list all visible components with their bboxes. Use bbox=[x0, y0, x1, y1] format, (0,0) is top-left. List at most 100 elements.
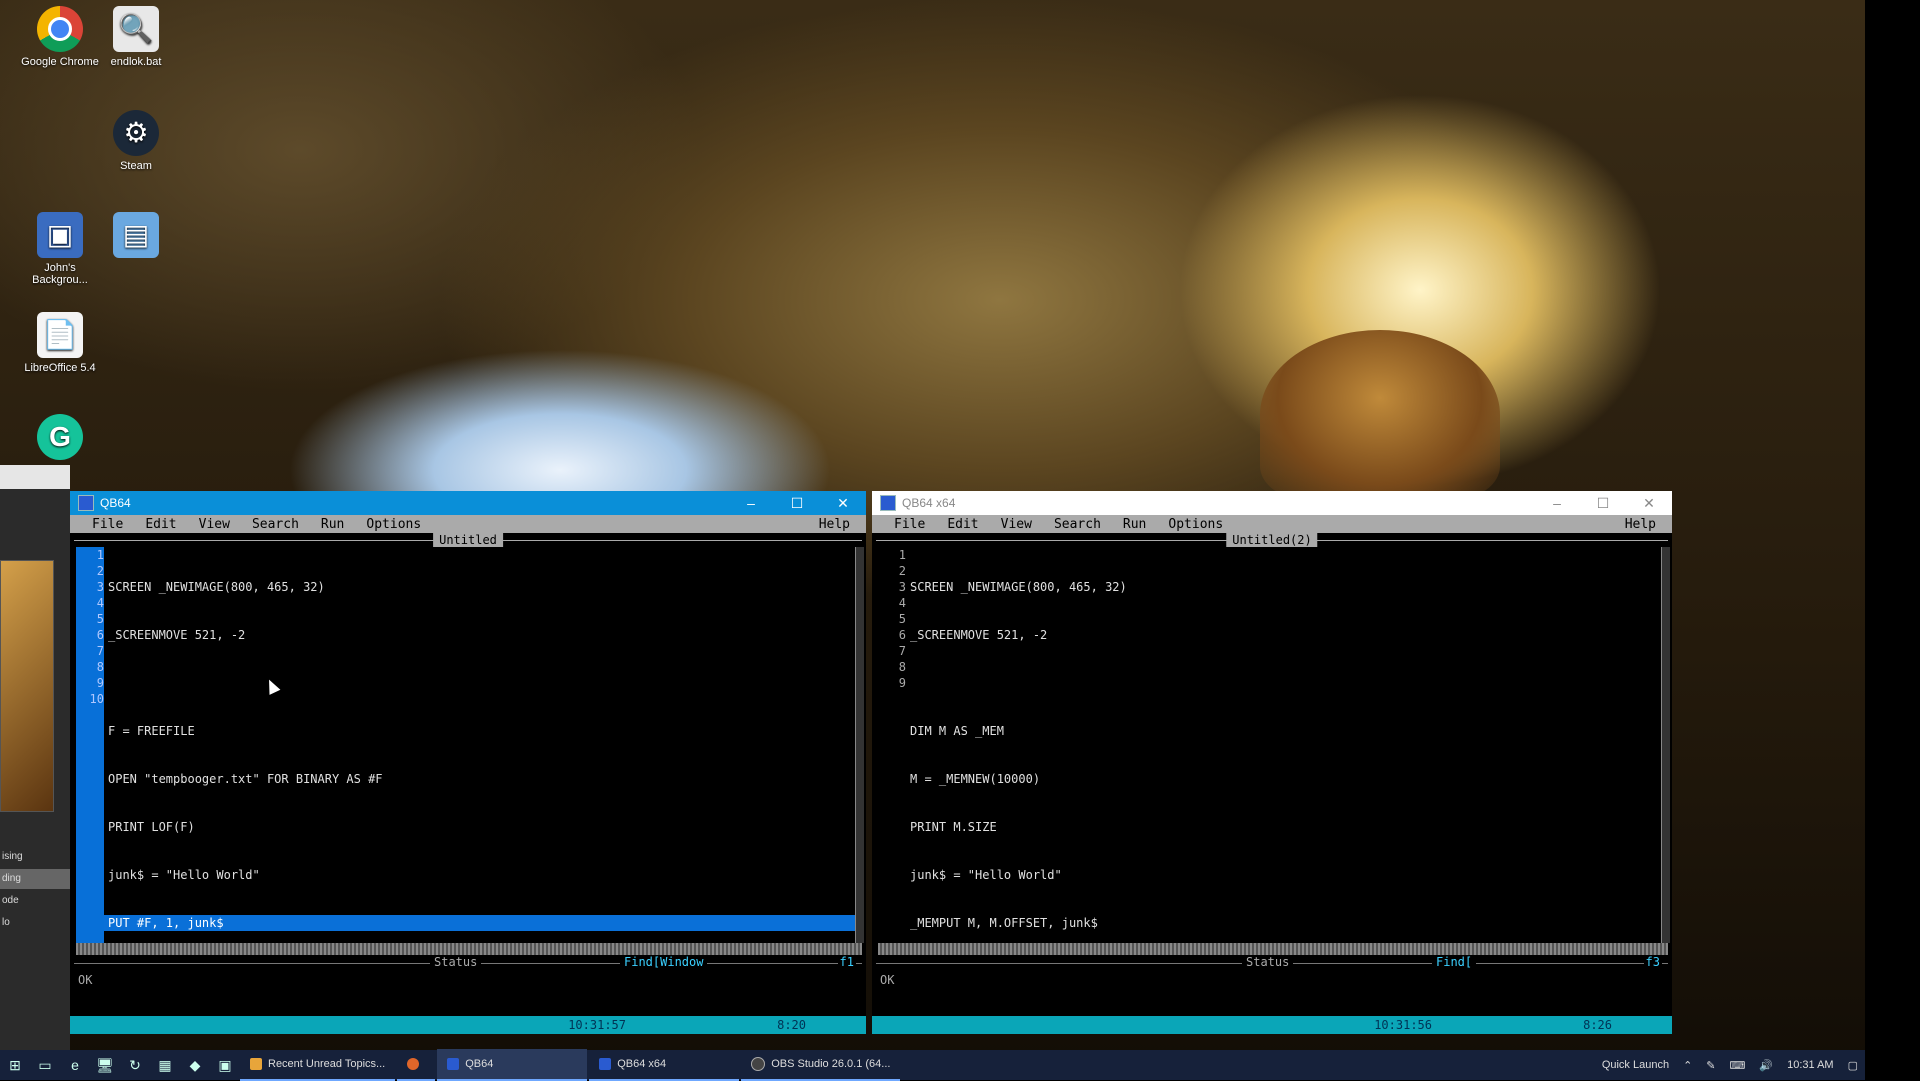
line-number: 9 bbox=[96, 676, 104, 690]
desktop-icon-steam[interactable]: ⚙ Steam bbox=[96, 110, 176, 172]
background-app-titlebar bbox=[0, 465, 70, 489]
quick-launch-label[interactable]: Quick Launch bbox=[1602, 1059, 1669, 1071]
pen-icon[interactable]: ✎ bbox=[1706, 1059, 1715, 1072]
minimize-icon[interactable]: – bbox=[1534, 495, 1580, 511]
window-titlebar[interactable]: QB64 – ☐ ✕ bbox=[70, 491, 866, 515]
taskbar-app-firefox[interactable] bbox=[397, 1049, 436, 1081]
app-launcher-icon[interactable]: ◆ bbox=[180, 1050, 210, 1080]
window-titlebar[interactable]: QB64 x64 – ☐ ✕ bbox=[872, 491, 1672, 515]
menu-bar: File Edit View Search Run Options Help bbox=[70, 515, 866, 533]
code-line[interactable]: OPEN "tempbooger.txt" FOR BINARY AS #F bbox=[108, 771, 854, 787]
horizontal-scrollbar[interactable] bbox=[76, 943, 862, 955]
taskbar-app-qb64[interactable]: QB64 bbox=[437, 1049, 588, 1081]
menu-file[interactable]: File bbox=[92, 517, 123, 532]
desktop-icon-label: LibreOffice 5.4 bbox=[24, 362, 96, 374]
menu-run[interactable]: Run bbox=[1123, 517, 1146, 532]
document-icon: 📄 bbox=[37, 312, 83, 358]
desktop-icon-libreoffice[interactable]: 📄 LibreOffice 5.4 bbox=[20, 312, 100, 374]
find-label[interactable]: Find[Window bbox=[620, 955, 708, 969]
desktop-icon-folder[interactable]: ▤ bbox=[96, 212, 176, 262]
edge-icon[interactable]: e bbox=[60, 1050, 90, 1080]
desktop-icon-endlok[interactable]: 🔍 endlok.bat bbox=[96, 6, 176, 68]
code-line[interactable]: SCREEN _NEWIMAGE(800, 465, 32) bbox=[910, 579, 1660, 595]
horizontal-scrollbar[interactable] bbox=[878, 943, 1668, 955]
menu-view[interactable]: View bbox=[1001, 517, 1032, 532]
launcher-icon[interactable]: ↻ bbox=[120, 1050, 150, 1080]
background-app-item[interactable]: ode bbox=[0, 891, 72, 911]
find-key: f3 bbox=[1643, 955, 1662, 969]
maximize-icon[interactable]: ☐ bbox=[1580, 495, 1626, 512]
code-line-selected[interactable]: PUT #F, 1, junk$ bbox=[104, 915, 862, 931]
qb64-icon bbox=[447, 1058, 460, 1070]
desktop-icon-grammarly[interactable]: G bbox=[20, 414, 100, 464]
menu-view[interactable]: View bbox=[199, 517, 230, 532]
background-app-item[interactable]: ising bbox=[0, 847, 72, 867]
code-line[interactable]: DIM M AS _MEM bbox=[910, 723, 1660, 739]
code-line[interactable]: F = FREEFILE bbox=[108, 723, 854, 739]
desktop-icon-backgrounds[interactable]: ▣ John's Backgrou... bbox=[20, 212, 100, 286]
find-label[interactable]: Find[ bbox=[1432, 955, 1477, 969]
status-label: Status bbox=[430, 955, 482, 969]
code-editor[interactable]: Untitled(2) 1 2 3 4 5 6 7 8 9 SCREEN _NE… bbox=[872, 533, 1672, 943]
maximize-icon[interactable]: ☐ bbox=[774, 495, 820, 512]
status-time: 10:31:56 bbox=[1374, 1018, 1432, 1032]
task-view-icon[interactable]: ▭ bbox=[30, 1050, 60, 1080]
line-number: 6 bbox=[96, 628, 104, 642]
desktop-icon-label: John's Backgrou... bbox=[32, 262, 88, 286]
qb64-window[interactable]: QB64 – ☐ ✕ File Edit View Search Run Opt… bbox=[70, 491, 866, 1034]
menu-edit[interactable]: Edit bbox=[947, 517, 978, 532]
code-line[interactable]: _MEMPUT M, M.OFFSET, junk$ bbox=[910, 915, 1660, 931]
menu-search[interactable]: Search bbox=[1054, 517, 1101, 532]
background-app-window[interactable]: ising ding ode lo bbox=[0, 465, 72, 1050]
menu-options[interactable]: Options bbox=[1168, 517, 1223, 532]
background-app-item[interactable]: lo bbox=[0, 913, 72, 933]
menu-edit[interactable]: Edit bbox=[145, 517, 176, 532]
editor-status-bar: 10:31:56 8:26 bbox=[872, 1016, 1672, 1034]
keyboard-icon[interactable]: ⌨ bbox=[1730, 1059, 1746, 1072]
menu-help[interactable]: Help bbox=[1625, 517, 1656, 532]
clock[interactable]: 10:31 AM bbox=[1787, 1059, 1833, 1071]
menu-options[interactable]: Options bbox=[366, 517, 421, 532]
minimize-icon[interactable]: – bbox=[728, 495, 774, 511]
taskbar-app-label: QB64 bbox=[465, 1058, 494, 1070]
chevron-up-icon[interactable]: ⌃ bbox=[1683, 1059, 1692, 1072]
vertical-scrollbar[interactable] bbox=[855, 547, 864, 943]
code-line[interactable]: _SCREENMOVE 521, -2 bbox=[108, 627, 854, 643]
taskbar-app-qb64-x64[interactable]: QB64 x64 bbox=[589, 1049, 740, 1081]
code-line[interactable]: junk$ = "Hello World" bbox=[108, 867, 854, 883]
code-line[interactable]: PRINT LOF(F) bbox=[108, 819, 854, 835]
code-editor[interactable]: Untitled 1 2 3 4 5 6 7 8 9 10 SCREEN _NE… bbox=[70, 533, 866, 943]
window-icon[interactable]: ▣ bbox=[210, 1050, 240, 1080]
vertical-scrollbar[interactable] bbox=[1661, 547, 1670, 943]
notification-icon[interactable]: ▢ bbox=[1848, 1059, 1858, 1072]
qb64-x64-window[interactable]: QB64 x64 – ☐ ✕ File Edit View Search Run… bbox=[872, 491, 1672, 1034]
taskbar-app-obs[interactable]: OBS Studio 26.0.1 (64... bbox=[741, 1049, 901, 1081]
window-title: QB64 bbox=[100, 496, 131, 510]
code-line[interactable]: junk$ = "Hello World" bbox=[910, 867, 1660, 883]
computer-icon[interactable]: 🖥 bbox=[90, 1050, 120, 1080]
menu-file[interactable]: File bbox=[894, 517, 925, 532]
close-icon[interactable]: ✕ bbox=[1626, 495, 1672, 512]
code-line[interactable]: SCREEN _NEWIMAGE(800, 465, 32) bbox=[108, 579, 854, 595]
menu-help[interactable]: Help bbox=[819, 517, 850, 532]
code-line[interactable] bbox=[108, 675, 854, 691]
menu-search[interactable]: Search bbox=[252, 517, 299, 532]
code-line[interactable]: M = _MEMNEW(10000) bbox=[910, 771, 1660, 787]
menu-run[interactable]: Run bbox=[321, 517, 344, 532]
desktop-icon-chrome[interactable]: Google Chrome bbox=[20, 6, 100, 68]
volume-icon[interactable]: 🔊 bbox=[1759, 1059, 1773, 1072]
code-line[interactable] bbox=[910, 675, 1660, 691]
line-number: 5 bbox=[96, 612, 104, 626]
document-title: Untitled(2) bbox=[1226, 533, 1318, 547]
taskbar-app-forum[interactable]: Recent Unread Topics... bbox=[240, 1049, 396, 1081]
start-icon[interactable]: ⊞ bbox=[0, 1050, 30, 1080]
media-icon[interactable]: ▦ bbox=[150, 1050, 180, 1080]
status-text: OK bbox=[78, 973, 93, 987]
close-icon[interactable]: ✕ bbox=[820, 495, 866, 512]
code-line[interactable]: _SCREENMOVE 521, -2 bbox=[910, 627, 1660, 643]
code-area[interactable]: SCREEN _NEWIMAGE(800, 465, 32) _SCREENMO… bbox=[910, 547, 1660, 1011]
desktop-icon-label: endlok.bat bbox=[110, 56, 162, 68]
background-app-item[interactable]: ding bbox=[0, 869, 72, 889]
desktop-wallpaper: Google Chrome 🔍 endlok.bat ⚙ Steam ▣ Joh… bbox=[0, 0, 1865, 1080]
code-line[interactable]: PRINT M.SIZE bbox=[910, 819, 1660, 835]
